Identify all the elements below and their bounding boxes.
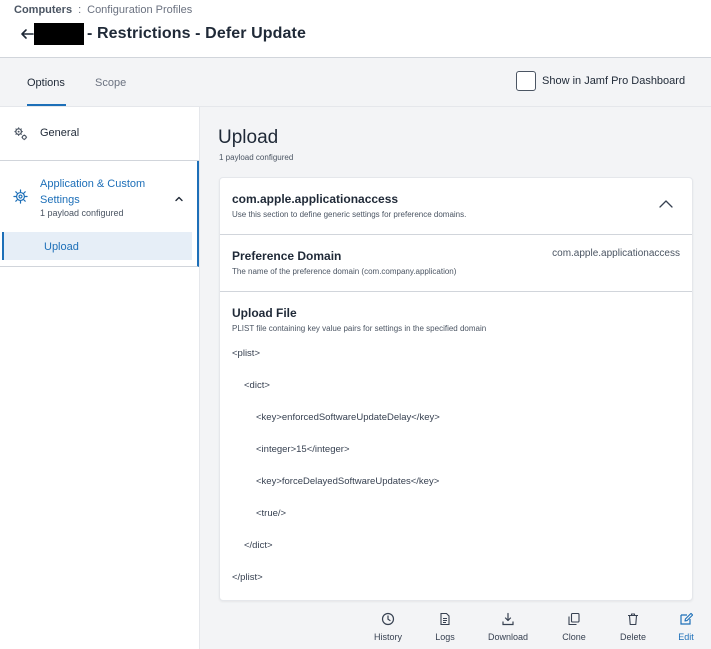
dashboard-checkbox[interactable] [516, 71, 536, 91]
edit-button[interactable]: Edit [661, 612, 711, 648]
logs-icon [420, 612, 470, 626]
plist-line: <plist> [232, 348, 260, 359]
main-content: Upload 1 payload configured com.apple.ap… [200, 107, 711, 649]
preference-domain-value: com.apple.applicationaccess [552, 248, 680, 259]
preference-domain-description: The name of the preference domain (com.c… [232, 267, 457, 276]
upload-file-description: PLIST file containing key value pairs fo… [232, 324, 487, 333]
upload-file-section: Upload File PLIST file containing key va… [220, 292, 692, 600]
upload-file-label: Upload File [232, 306, 297, 320]
sidebar-item-label: Upload [44, 241, 79, 253]
clone-label: Clone [562, 632, 586, 642]
plist-line: <integer>15</integer> [256, 444, 350, 455]
history-button[interactable]: History [363, 612, 413, 648]
tab-options-underline [27, 104, 66, 106]
edit-label: Edit [678, 632, 694, 642]
dashboard-label: Show in Jamf Pro Dashboard [542, 75, 686, 87]
gears-icon [13, 126, 28, 141]
sidebar-item-label: Application & Custom Settings [40, 178, 146, 206]
sidebar-item-upload[interactable]: Upload [2, 232, 192, 260]
payload-card-header[interactable]: com.apple.applicationaccess Use this sec… [220, 178, 692, 235]
tab-scope[interactable]: Scope [95, 77, 126, 89]
logs-button[interactable]: Logs [420, 612, 470, 648]
trash-icon [608, 612, 658, 626]
tab-bar: Options Scope Show in Jamf Pro Dashboard [0, 57, 711, 107]
logs-label: Logs [435, 632, 455, 642]
breadcrumb-current: Configuration Profiles [87, 4, 193, 16]
payload-name: com.apple.applicationaccess [232, 192, 399, 206]
sidebar-item-general[interactable]: General [0, 107, 199, 161]
redacted-block [34, 23, 84, 45]
delete-button[interactable]: Delete [608, 612, 658, 648]
section-title: Upload [218, 127, 279, 148]
gear-icon [13, 189, 28, 204]
breadcrumb-separator: : [78, 4, 82, 16]
page-header: Computers: Configuration Profiles - Restr… [0, 0, 711, 57]
clone-icon [549, 612, 599, 626]
breadcrumb: Computers: Configuration Profiles [14, 4, 192, 16]
plist-line: <key>enforcedSoftwareUpdateDelay</key> [256, 412, 440, 423]
history-label: History [373, 632, 402, 642]
sidebar: General Application & Custom Settings 1 … [0, 107, 200, 649]
plist-line: </dict> [244, 540, 273, 551]
sidebar-item-app-custom-settings[interactable]: Application & Custom Settings 1 payload … [0, 161, 199, 267]
sidebar-item-label: General [40, 127, 80, 139]
preference-domain-row: Preference Domain The name of the prefer… [220, 235, 692, 292]
payload-card: com.apple.applicationaccess Use this sec… [219, 177, 693, 601]
download-label: Download [487, 632, 529, 642]
plist-line: </plist> [232, 572, 263, 583]
chevron-up-icon[interactable] [173, 192, 185, 204]
sidebar-item-sublabel: 1 payload configured [40, 208, 124, 218]
preference-domain-label: Preference Domain [232, 249, 342, 263]
collapse-chevron-icon[interactable] [658, 197, 674, 209]
delete-label: Delete [619, 632, 646, 642]
dashboard-toggle[interactable]: Show in Jamf Pro Dashboard [516, 71, 685, 91]
download-icon [483, 612, 533, 626]
section-subtitle: 1 payload configured [219, 153, 294, 162]
payload-description: Use this section to define generic setti… [232, 210, 467, 219]
plist-line: <true/> [256, 508, 287, 519]
clone-button[interactable]: Clone [549, 612, 599, 648]
edit-icon [661, 612, 711, 626]
title-row: - Restrictions - Defer Update [18, 22, 306, 46]
plist-line: <key>forceDelayedSoftwareUpdates</key> [256, 476, 440, 487]
download-button[interactable]: Download [483, 612, 533, 648]
breadcrumb-root[interactable]: Computers [14, 4, 72, 16]
plist-line: <dict> [244, 380, 270, 391]
history-icon [363, 612, 413, 626]
tab-options[interactable]: Options [27, 77, 65, 89]
page-title: - Restrictions - Defer Update [87, 25, 306, 42]
